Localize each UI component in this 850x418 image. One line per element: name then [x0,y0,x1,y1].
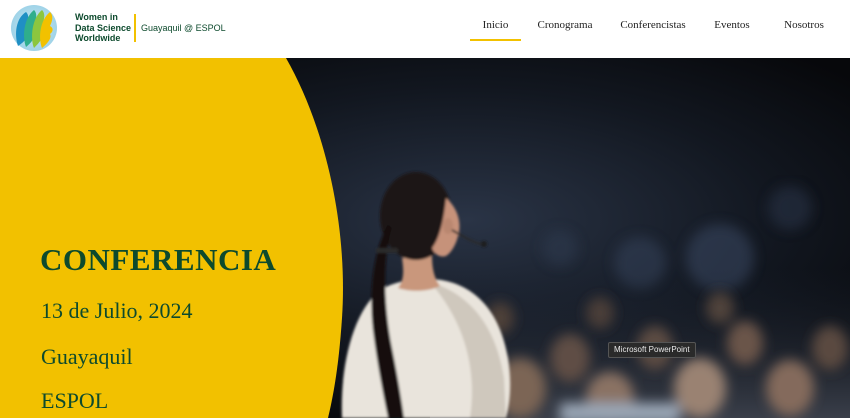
nav-inicio[interactable]: Inicio [470,19,521,41]
nav-conferencistas[interactable]: Conferencistas [616,19,690,41]
powerpoint-tooltip: Microsoft PowerPoint [608,342,696,358]
hero-venue: ESPOL [41,388,109,413]
main-nav: Inicio Cronograma Conferencistas Eventos… [0,0,850,58]
nav-nosotros[interactable]: Nosotros [778,19,830,41]
nav-cronograma[interactable]: Cronograma [535,19,595,41]
hero-banner: CONFERENCIA 13 de Julio, 2024 Guayaquil … [0,58,850,418]
site-header: Women in Data Science Worldwide Guayaqui… [0,0,850,58]
hero-title: CONFERENCIA [40,242,277,277]
hero-date: 13 de Julio, 2024 [41,298,193,323]
hero-city: Guayaquil [41,344,133,369]
nav-eventos[interactable]: Eventos [709,19,755,41]
